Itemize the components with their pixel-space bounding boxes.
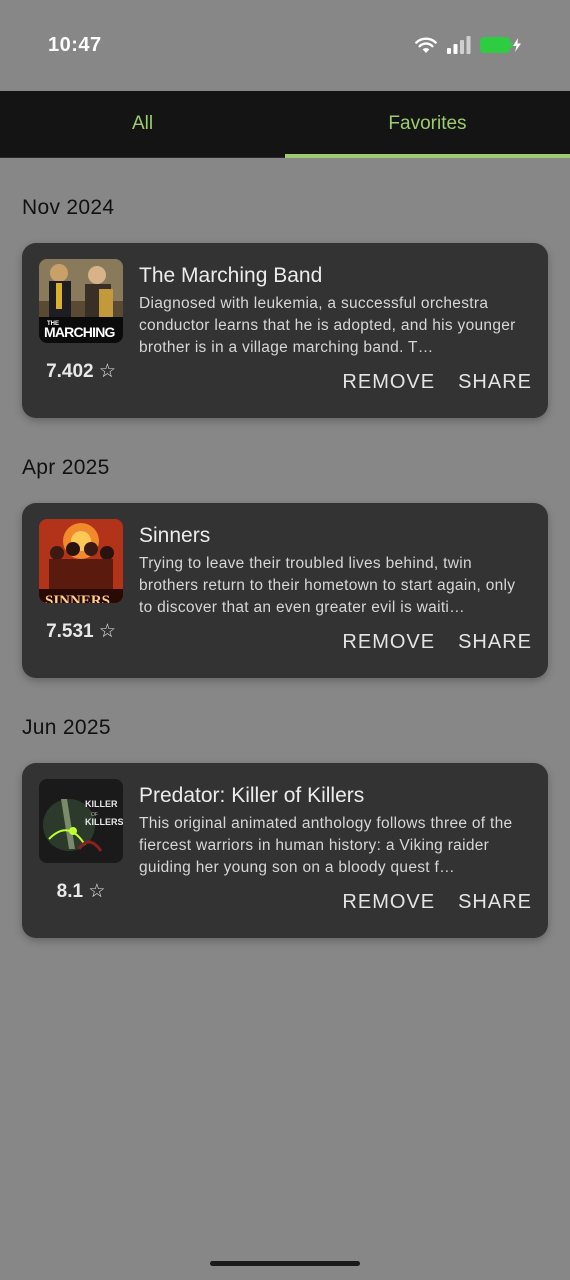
movie-poster: KILLER OF KILLERS	[39, 779, 123, 863]
movie-card[interactable]: SINNERS 7.531 ☆ Sinners Trying to leave …	[22, 503, 548, 678]
movie-rating: 7.402 ☆	[46, 361, 116, 382]
month-header: Nov 2024	[22, 196, 115, 219]
movie-description: Diagnosed with leukemia, a successful or…	[139, 295, 516, 356]
movie-card[interactable]: THE MARCHING 7.402 ☆ The Marching Band D…	[22, 243, 548, 418]
movie-rating: 8.1 ☆	[56, 881, 106, 902]
movie-description: This original animated anthology follows…	[139, 815, 513, 876]
svg-text:KILLER: KILLER	[85, 799, 118, 809]
card-actions: REMOVE SHARE	[342, 891, 532, 914]
share-button[interactable]: SHARE	[458, 891, 532, 914]
favorites-list: Nov 2024 THE MARCHING 7.402 ☆ The Marchi…	[0, 196, 570, 938]
svg-text:MARCHING: MARCHING	[44, 324, 116, 340]
movie-title: Predator: Killer of Killers	[139, 784, 365, 807]
month-header: Apr 2025	[22, 456, 110, 479]
status-bar: 10:47	[0, 0, 570, 91]
battery-charging-icon	[480, 37, 521, 53]
card-actions: REMOVE SHARE	[342, 631, 532, 654]
remove-button[interactable]: REMOVE	[342, 631, 435, 654]
remove-button[interactable]: REMOVE	[342, 371, 435, 394]
wifi-icon	[415, 37, 437, 53]
share-button[interactable]: SHARE	[458, 631, 532, 654]
svg-text:KILLERS: KILLERS	[85, 817, 123, 827]
movie-card[interactable]: KILLER OF KILLERS 8.1 ☆ Predator: Killer…	[22, 763, 548, 938]
card-actions: REMOVE SHARE	[342, 371, 532, 394]
share-button[interactable]: SHARE	[458, 371, 532, 394]
tab-bar: All Favorites	[0, 91, 570, 158]
remove-button[interactable]: REMOVE	[342, 891, 435, 914]
tab-all[interactable]: All	[0, 91, 285, 157]
movie-rating: 7.531 ☆	[46, 621, 116, 642]
month-header: Jun 2025	[22, 716, 111, 739]
movie-title: The Marching Band	[139, 264, 323, 287]
status-icons	[414, 36, 522, 54]
movie-title: Sinners	[139, 524, 211, 547]
movie-poster: THE MARCHING	[39, 259, 123, 343]
svg-text:SINNERS: SINNERS	[45, 593, 110, 603]
cellular-signal-icon	[447, 36, 471, 54]
home-indicator[interactable]	[210, 1261, 360, 1266]
movie-poster: SINNERS	[39, 519, 123, 603]
tab-favorites[interactable]: Favorites	[285, 91, 570, 158]
movie-description: Trying to leave their troubled lives beh…	[139, 555, 516, 616]
status-time: 10:47	[48, 34, 102, 56]
